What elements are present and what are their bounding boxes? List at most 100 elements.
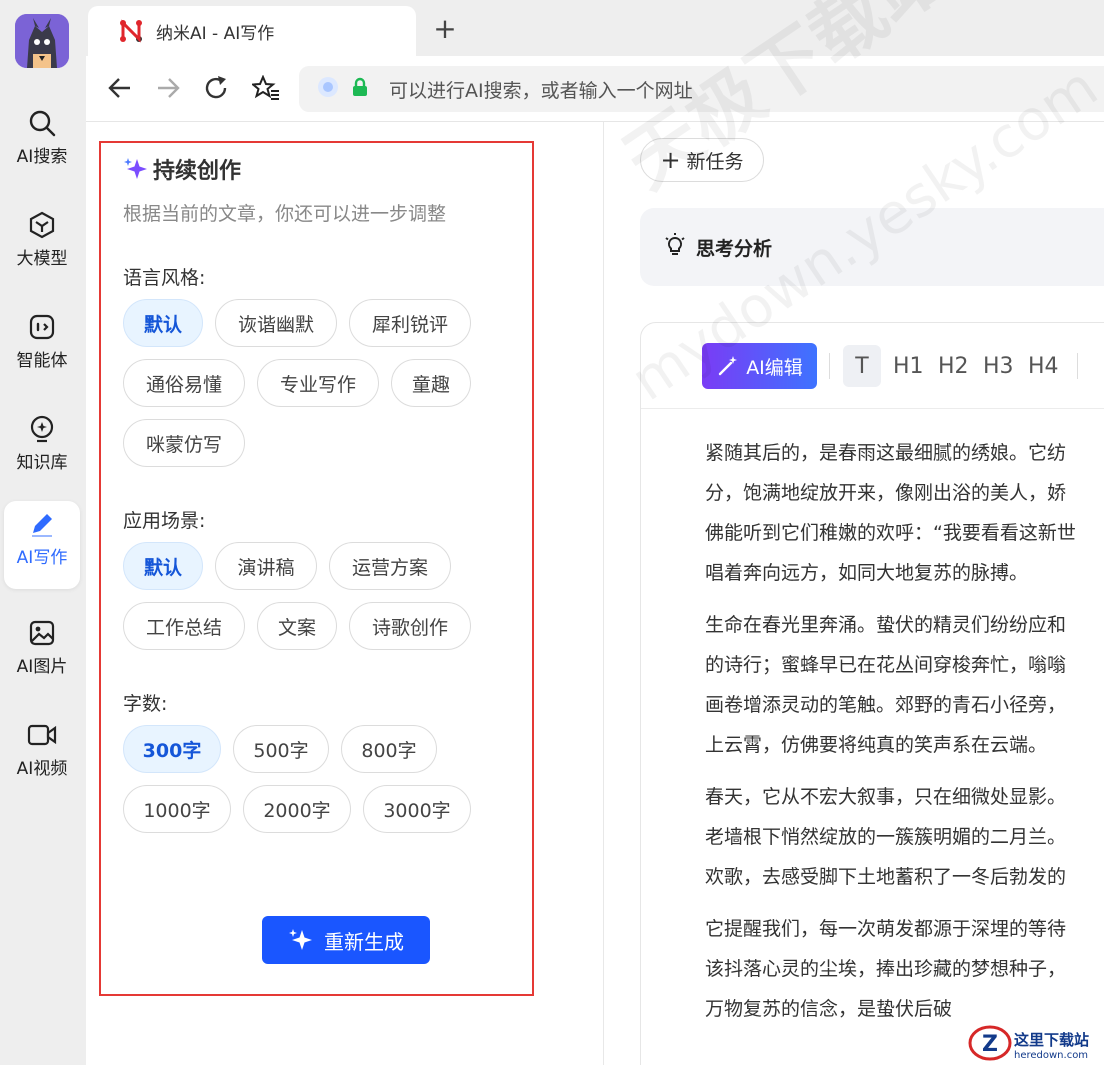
rail-item-knowledge[interactable]: 知识库 xyxy=(4,406,80,494)
lock-icon xyxy=(351,77,369,101)
new-tab-button[interactable]: + xyxy=(430,14,460,44)
style-option[interactable]: 童趣 xyxy=(391,359,471,407)
tab-title: 纳米AI - AI写作 xyxy=(156,23,275,44)
style-option[interactable]: 诙谐幽默 xyxy=(215,299,337,347)
new-task-button[interactable]: + 新任务 xyxy=(640,138,764,182)
svg-text:Z: Z xyxy=(982,1032,998,1057)
word-count-option[interactable]: 300字 xyxy=(123,725,221,773)
paragraph-line: 万物复苏的信念，是蛰伏后破 xyxy=(705,998,953,1020)
site-badge: Z 这里下载站 heredown.com xyxy=(968,1024,1104,1065)
scene-option[interactable]: 默认 xyxy=(123,542,203,590)
rail-item-label: AI图片 xyxy=(16,657,68,677)
word-count-option[interactable]: 2000字 xyxy=(243,785,351,833)
scene-option[interactable]: 运营方案 xyxy=(329,542,451,590)
word-count-option[interactable]: 500字 xyxy=(233,725,329,773)
paragraph-line: 紧随其后的，是春雨这最细腻的绣娘。它纺 xyxy=(705,442,1067,464)
app-logo[interactable] xyxy=(15,14,69,68)
paragraph-line: 上云霄，仿佛要将纯真的笑声系在云端。 xyxy=(705,734,1048,756)
browser-toolbar: 可以进行AI搜索，或者输入一个网址 xyxy=(86,56,1104,122)
address-placeholder: 可以进行AI搜索，或者输入一个网址 xyxy=(389,79,693,102)
rail-item-models[interactable]: 大模型 xyxy=(4,202,80,290)
rail-item-label: 知识库 xyxy=(16,453,68,473)
tab-strip: 纳米AI - AI写作 + xyxy=(86,0,1104,56)
scene-option[interactable]: 诗歌创作 xyxy=(349,602,471,650)
paragraph-line: 唱着奔向远方，如同大地复苏的脉搏。 xyxy=(705,562,1029,584)
paragraph-line: 春天，它从不宏大叙事，只在细微处显影。 xyxy=(705,786,1067,808)
sparkle-icon xyxy=(123,156,149,182)
rail-item-label: 智能体 xyxy=(16,351,68,371)
toolbar-divider xyxy=(829,353,830,379)
scene-option[interactable]: 文案 xyxy=(257,602,337,650)
regenerate-button[interactable]: 重新生成 xyxy=(262,916,430,964)
nami-logo-icon xyxy=(118,18,144,44)
document-content[interactable]: 紧随其后的，是春雨这最细腻的绣娘。它纺 分，饱满地绽放开来，像刚出浴的美人，娇 … xyxy=(705,409,1104,1041)
paragraph: 春天，它从不宏大叙事，只在细微处显影。 老墙根下悄然绽放的一簇簇明媚的二月兰。 … xyxy=(705,777,1104,897)
badge-name: 这里下载站 xyxy=(1014,1030,1090,1049)
style-label: 语言风格: xyxy=(123,267,206,289)
site-status-icon xyxy=(317,76,339,102)
panel-title-text: 持续创作 xyxy=(153,159,242,184)
bulb-icon xyxy=(27,414,57,444)
paragraph-line: 欢歌，去感受脚下土地蓄积了一冬后勃发的 xyxy=(705,866,1067,888)
rail-item-label: AI视频 xyxy=(16,759,68,779)
ai-edit-label: AI编辑 xyxy=(746,356,803,379)
style-option[interactable]: 专业写作 xyxy=(257,359,379,407)
scene-label: 应用场景: xyxy=(123,510,206,532)
style-option[interactable]: 默认 xyxy=(123,299,203,347)
rail-item-agents[interactable]: 智能体 xyxy=(4,304,80,392)
rail-item-label: 大模型 xyxy=(16,249,68,269)
magic-wand-icon xyxy=(718,356,738,376)
scene-option[interactable]: 工作总结 xyxy=(123,602,245,650)
text-format-button[interactable]: T xyxy=(843,345,881,387)
paragraph-line: 分，饱满地绽放开来，像刚出浴的美人，娇 xyxy=(705,482,1067,504)
app-rail: AI搜索 大模型 智能体 知识库 AI写作 AI图片 AI视频 xyxy=(0,0,86,1065)
word-count-option[interactable]: 1000字 xyxy=(123,785,231,833)
paragraph: 它提醒我们，每一次萌发都源于深埋的等待 该抖落心灵的尘埃，捧出珍藏的梦想种子， … xyxy=(705,909,1104,1029)
agent-icon xyxy=(27,312,57,342)
browser-tab[interactable]: 纳米AI - AI写作 xyxy=(88,6,416,56)
rail-item-ai-writing[interactable]: AI写作 xyxy=(4,501,80,589)
rail-item-label: AI搜索 xyxy=(16,147,68,167)
toolbar-divider xyxy=(1077,353,1078,379)
new-task-label: 新任务 xyxy=(686,150,744,173)
search-icon xyxy=(27,108,57,138)
continue-creation-panel: 持续创作 根据当前的文章，你还可以进一步调整 语言风格: 默认 诙谐幽默 犀利锐… xyxy=(99,141,534,996)
address-bar[interactable]: 可以进行AI搜索，或者输入一个网址 xyxy=(299,66,1104,112)
back-button[interactable] xyxy=(104,72,136,104)
paragraph-line: 老墙根下悄然绽放的一簇簇明媚的二月兰。 xyxy=(705,826,1067,848)
style-option[interactable]: 咪蒙仿写 xyxy=(123,419,245,467)
pane-divider xyxy=(603,122,604,1065)
rail-item-ai-video[interactable]: AI视频 xyxy=(4,712,80,800)
paragraph-line: 它提醒我们，每一次萌发都源于深埋的等待 xyxy=(705,918,1067,940)
rail-item-ai-search[interactable]: AI搜索 xyxy=(4,100,80,188)
editor-toolbar: AI编辑 T H1 H2 H3 H4 xyxy=(641,323,1104,409)
rail-item-label: AI写作 xyxy=(16,548,68,568)
badge-url: heredown.com xyxy=(1014,1049,1089,1061)
reload-button[interactable] xyxy=(200,72,232,104)
word-count-label: 字数: xyxy=(123,693,168,715)
forward-button[interactable] xyxy=(152,72,184,104)
favorites-star-icon[interactable] xyxy=(250,72,282,104)
paragraph-line: 画卷增添灵动的笔触。郊野的青石小径旁， xyxy=(705,694,1067,716)
style-option[interactable]: 通俗易懂 xyxy=(123,359,245,407)
word-count-option[interactable]: 3000字 xyxy=(363,785,471,833)
lightbulb-icon xyxy=(662,232,688,262)
style-option[interactable]: 犀利锐评 xyxy=(349,299,471,347)
rail-item-ai-image[interactable]: AI图片 xyxy=(4,610,80,698)
heading-2-button[interactable]: H2 xyxy=(938,345,969,387)
heading-4-button[interactable]: H4 xyxy=(1028,345,1059,387)
thinking-analysis-label: 思考分析 xyxy=(696,237,773,260)
pen-icon xyxy=(27,509,57,539)
ai-edit-button[interactable]: AI编辑 xyxy=(702,343,817,389)
paragraph-line: 该抖落心灵的尘埃，捧出珍藏的梦想种子， xyxy=(705,958,1067,980)
thinking-analysis-section[interactable]: 思考分析 xyxy=(640,208,1104,286)
cube-icon xyxy=(27,210,57,240)
heading-1-button[interactable]: H1 xyxy=(893,345,924,387)
image-icon xyxy=(27,618,57,648)
badge-logo-icon: Z xyxy=(968,1023,1014,1065)
video-icon xyxy=(27,720,57,750)
sparkle-icon xyxy=(288,927,314,953)
word-count-option[interactable]: 800字 xyxy=(341,725,437,773)
heading-3-button[interactable]: H3 xyxy=(983,345,1014,387)
scene-option[interactable]: 演讲稿 xyxy=(215,542,317,590)
